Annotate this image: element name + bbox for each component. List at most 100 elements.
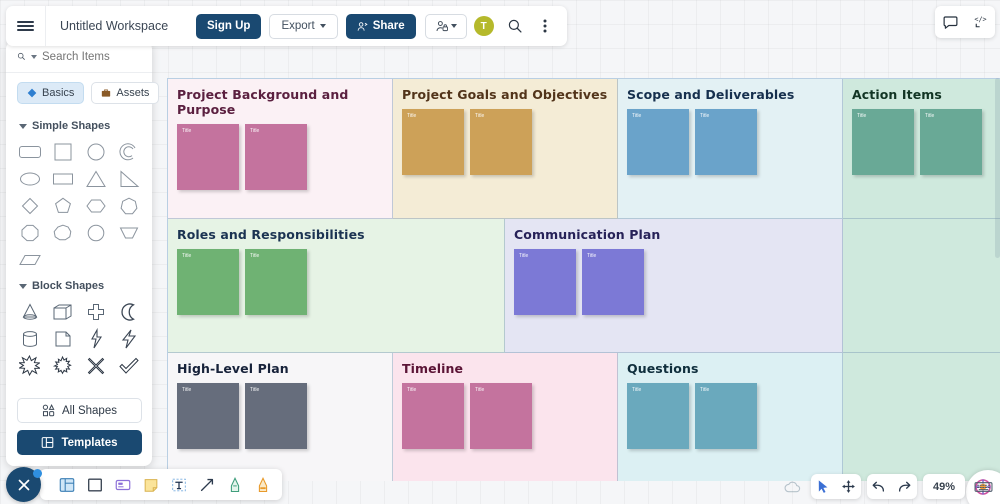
shape-circle[interactable] (79, 138, 112, 165)
sticky-note-icon[interactable] (138, 472, 164, 498)
undo-arrow-icon[interactable] (867, 474, 892, 499)
board-cell[interactable]: Communication Plan Title Title (505, 219, 843, 353)
sticky-note[interactable]: Title (920, 109, 982, 175)
shape-cube[interactable] (46, 298, 79, 325)
export-button[interactable]: Export (269, 13, 338, 39)
search-filter-chevron-icon[interactable] (31, 54, 37, 59)
template-panel-icon[interactable] (54, 472, 80, 498)
shape-decagon[interactable] (79, 219, 112, 246)
board-cell[interactable] (843, 219, 1000, 353)
board-cell[interactable]: Action Items Title Title (843, 79, 1000, 219)
close-panel-button[interactable] (6, 467, 42, 502)
shape-triangle[interactable] (79, 165, 112, 192)
section-header-simple-shapes[interactable]: Simple Shapes (6, 113, 152, 138)
sticky-note[interactable]: Title (695, 383, 757, 449)
sticky-note[interactable]: Title (627, 109, 689, 175)
permission-dropdown[interactable] (424, 13, 467, 39)
shapes-scroll-region[interactable]: Simple Shapes Block Shapes (6, 108, 152, 385)
cloud-save-icon[interactable] (780, 474, 805, 499)
shape-folded-corner[interactable] (46, 325, 79, 352)
shape-octagon[interactable] (13, 219, 46, 246)
shape-lightning-thin[interactable] (79, 325, 112, 352)
sticky-note[interactable]: Title (514, 249, 576, 315)
template-board[interactable]: Project Background and Purpose Title Title… (167, 78, 1000, 481)
search-icon[interactable] (502, 14, 529, 39)
shape-heptagon[interactable] (112, 192, 145, 219)
text-icon[interactable] (166, 472, 192, 498)
shape-right-triangle[interactable] (112, 165, 145, 192)
shape-square[interactable] (46, 138, 79, 165)
shape-nonagon[interactable] (46, 219, 79, 246)
shape-starburst-jagged[interactable] (46, 352, 79, 379)
card-icon[interactable] (110, 472, 136, 498)
sticky-note[interactable]: Title (402, 383, 464, 449)
shape-rectangle[interactable] (46, 165, 79, 192)
shape-diamond[interactable] (13, 192, 46, 219)
highlighter-icon[interactable] (250, 472, 276, 498)
board-cell-title: Scope and Deliverables (627, 87, 795, 102)
board-cell[interactable] (843, 353, 1000, 481)
sticky-note[interactable]: Title (695, 109, 757, 175)
sign-up-button[interactable]: Sign Up (196, 13, 262, 39)
shape-lightning-bolt[interactable] (112, 325, 145, 352)
sticky-note[interactable]: Title (627, 383, 689, 449)
shape-checkmark[interactable] (112, 352, 145, 379)
code-embed-icon[interactable]: </> (965, 7, 995, 37)
kebab-menu-icon[interactable] (532, 14, 559, 39)
chat-bubble-icon[interactable] (935, 7, 965, 37)
frame-icon[interactable] (82, 472, 108, 498)
shape-starburst-explosion[interactable] (13, 352, 46, 379)
shape-arc[interactable] (112, 138, 145, 165)
zoom-level[interactable]: 49% (923, 481, 965, 493)
board-cell[interactable]: Project Background and Purpose Title Title (168, 79, 393, 219)
chevron-down-icon (451, 24, 458, 28)
shape-x-mark[interactable] (79, 352, 112, 379)
sticky-note[interactable]: Title (177, 124, 239, 190)
section-header-block-shapes[interactable]: Block Shapes (6, 273, 152, 298)
shape-cone[interactable] (13, 298, 46, 325)
move-pan-icon[interactable] (836, 474, 861, 499)
workspace-title[interactable]: Untitled Workspace (46, 19, 196, 33)
sticky-note[interactable]: Title (402, 109, 464, 175)
board-cell[interactable]: Scope and Deliverables Title Title (618, 79, 843, 219)
sticky-note[interactable]: Title (245, 383, 307, 449)
pen-icon[interactable] (222, 472, 248, 498)
sticky-note[interactable]: Title (582, 249, 644, 315)
tab-assets[interactable]: Assets (91, 82, 160, 104)
zoom-group[interactable]: 49% (922, 474, 965, 499)
board-cell[interactable]: High-Level Plan Title Title (168, 353, 393, 481)
connector-arrow-icon[interactable] (194, 472, 220, 498)
shape-hexagon[interactable] (79, 192, 112, 219)
sticky-note[interactable]: Title (177, 249, 239, 315)
shape-pentagon[interactable] (46, 192, 79, 219)
all-shapes-button[interactable]: All Shapes (17, 398, 142, 423)
shape-parallelogram[interactable] (13, 246, 46, 273)
share-button[interactable]: Share (345, 13, 416, 39)
templates-button[interactable]: Templates (17, 430, 142, 455)
search-input[interactable] (42, 50, 142, 63)
board-cell[interactable]: Questions Title Title (618, 353, 843, 481)
user-avatar[interactable]: T (473, 16, 494, 36)
cursor-select-icon[interactable] (811, 474, 836, 499)
tab-basics[interactable]: Basics (17, 82, 85, 104)
sticky-note[interactable]: Title (852, 109, 914, 175)
shape-crescent[interactable] (112, 298, 145, 325)
shape-rounded-rectangle[interactable] (13, 138, 46, 165)
keyboard-shortcuts-icon[interactable] (971, 474, 996, 499)
sticky-note[interactable]: Title (245, 124, 307, 190)
board-cell[interactable]: Project Goals and Objectives Title Title (393, 79, 618, 219)
board-cell[interactable]: Timeline Title Title (393, 353, 618, 481)
shape-trapezoid-down[interactable] (112, 219, 145, 246)
hamburger-menu-icon[interactable] (6, 6, 46, 46)
board-cell[interactable]: Roles and Responsibilities Title Title (168, 219, 505, 353)
search-row[interactable] (6, 50, 152, 73)
redo-arrow-icon[interactable] (892, 474, 917, 499)
shape-cross[interactable] (79, 298, 112, 325)
shape-ellipse[interactable] (13, 165, 46, 192)
sticky-note[interactable]: Title (470, 109, 532, 175)
shape-cylinder[interactable] (13, 325, 46, 352)
sticky-note[interactable]: Title (177, 383, 239, 449)
sticky-note[interactable]: Title (245, 249, 307, 315)
vertical-scrollbar[interactable] (995, 78, 1000, 258)
sticky-note[interactable]: Title (470, 383, 532, 449)
